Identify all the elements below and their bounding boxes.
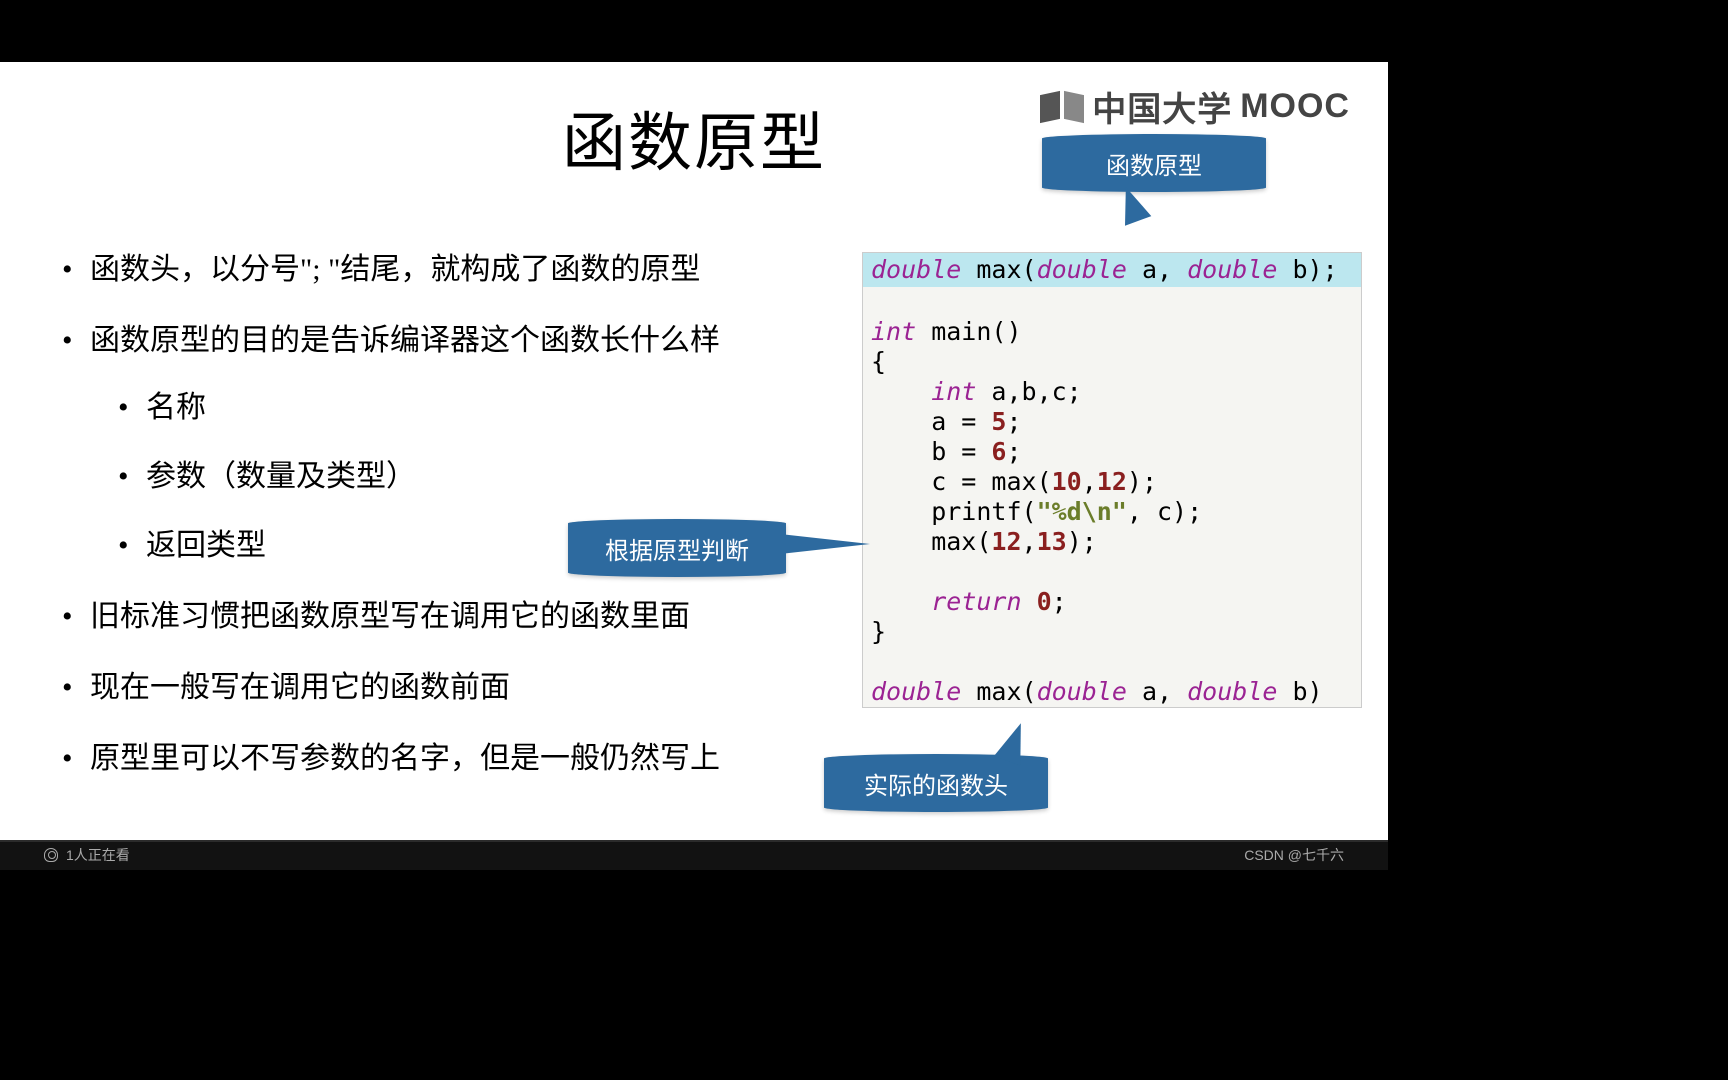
bullet-item: 现在一般写在调用它的函数前面 bbox=[62, 668, 842, 707]
callout-judge-by-prototype: 根据原型判断 bbox=[568, 519, 786, 577]
video-area: 中国大学MOOC 函数原型 函数头，以分号"; "结尾，就构成了函数的原型 函数… bbox=[0, 0, 1388, 870]
code-line: { bbox=[863, 347, 1361, 377]
callout-tail bbox=[780, 534, 870, 554]
callout-prototype: 函数原型 bbox=[1042, 134, 1266, 192]
code-line-prototype: double max(double a, double b); bbox=[863, 253, 1361, 287]
code-line: max(12,13); bbox=[863, 527, 1361, 557]
bullet-item: 旧标准习惯把函数原型写在调用它的函数里面 bbox=[62, 597, 842, 636]
viewers-label: 1人正在看 bbox=[66, 845, 130, 865]
code-line: int a,b,c; bbox=[863, 377, 1361, 407]
code-line: b = 6; bbox=[863, 437, 1361, 467]
code-line: int main() bbox=[863, 317, 1361, 347]
bullet-sub-item: 名称 bbox=[118, 388, 842, 427]
code-line: return 0; bbox=[863, 587, 1361, 617]
credit-label: CSDN @七千六 bbox=[1244, 845, 1344, 865]
bullet-sub-item: 参数（数量及类型） bbox=[118, 457, 842, 496]
video-bottom-bar: 1人正在看 CSDN @七千六 bbox=[0, 840, 1388, 870]
code-line: c = max(10,12); bbox=[863, 467, 1361, 497]
code-line: a = 5; bbox=[863, 407, 1361, 437]
bullet-item: 函数头，以分号"; "结尾，就构成了函数的原型 bbox=[62, 250, 842, 289]
slide: 中国大学MOOC 函数原型 函数头，以分号"; "结尾，就构成了函数的原型 函数… bbox=[0, 62, 1388, 842]
code-line: } bbox=[863, 617, 1361, 647]
code-block: double max(double a, double b); int main… bbox=[862, 252, 1362, 708]
code-line: printf("%d\n", c); bbox=[863, 497, 1361, 527]
code-line-definition: double max(double a, double b) bbox=[863, 677, 1361, 707]
person-icon bbox=[44, 848, 58, 862]
bullet-item: 原型里可以不写参数的名字，但是一般仍然写上 bbox=[62, 739, 842, 778]
